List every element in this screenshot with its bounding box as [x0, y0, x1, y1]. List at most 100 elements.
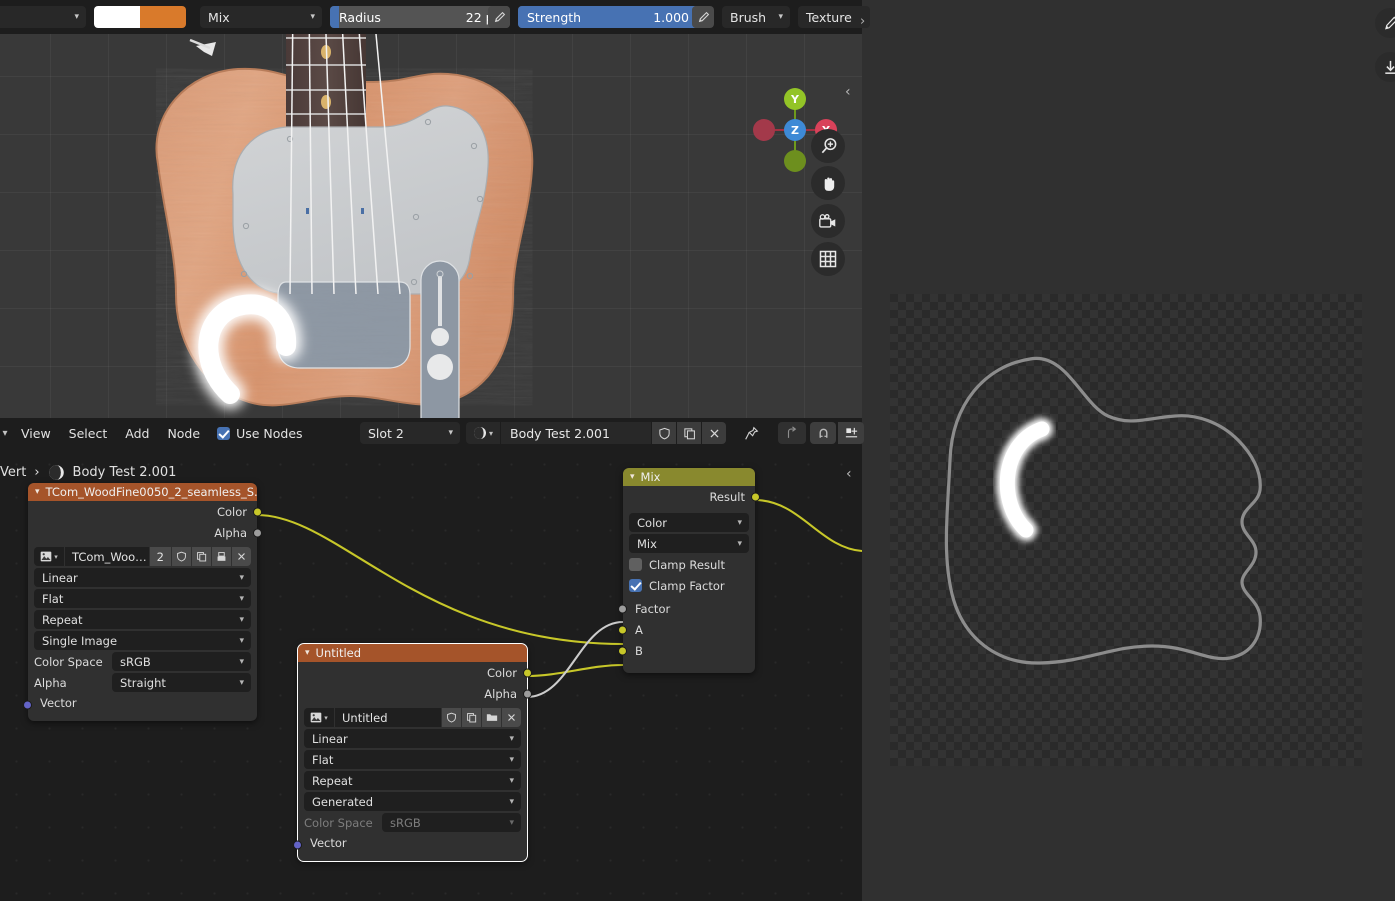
alpha-mode-dropdown-wood[interactable]: Straight ▾	[112, 673, 251, 692]
image-name-field-untitled[interactable]: Untitled	[335, 708, 441, 727]
clamp-factor-toggle[interactable]: Clamp Factor	[629, 576, 749, 595]
node-header-wood[interactable]: ▾ TCom_WoodFine0050_2_seamless_S.jp…	[28, 483, 257, 501]
radius-pressure-toggle[interactable]	[488, 6, 510, 28]
shader-node-editor[interactable]: Vert › Body Test 2.001 ‹ ▾ TCom_WoodFine	[0, 448, 862, 901]
radius-slider[interactable]: Radius 22 px	[330, 6, 510, 28]
source-dropdown-untitled[interactable]: Generated ▾	[304, 792, 521, 811]
output-alpha-wood[interactable]: Alpha	[28, 522, 262, 543]
3d-viewport[interactable]: Y X Z	[0, 34, 862, 418]
brush-tool-icon[interactable]	[1375, 8, 1395, 38]
image-browse-button[interactable]: ▾	[304, 708, 334, 727]
image-name-field-wood[interactable]: TCom_Woo…	[65, 547, 149, 566]
unlink-image-button[interactable]	[502, 708, 521, 727]
primary-color-swatch[interactable]	[94, 6, 140, 28]
output-alpha-untitled[interactable]: Alpha	[298, 683, 532, 704]
input-vector-untitled[interactable]: Vector	[293, 834, 527, 855]
ortho-toggle-tool[interactable]	[811, 242, 845, 276]
interpolation-dropdown-wood[interactable]: Linear ▾	[34, 568, 251, 587]
projection-dropdown-untitled[interactable]: Flat ▾	[304, 750, 521, 769]
menu-view[interactable]: View	[12, 423, 60, 444]
socket-alpha-dot[interactable]	[253, 528, 262, 537]
data-type-dropdown-mix[interactable]: Color ▾	[629, 513, 749, 532]
node-image-texture-untitled[interactable]: ▾ Untitled Color Alpha ▾ Untitled Linear…	[293, 643, 532, 862]
fake-user-button[interactable]	[652, 422, 676, 444]
gizmo-axis-z[interactable]: Z	[784, 119, 806, 141]
output-color-wood[interactable]: Color	[28, 501, 262, 522]
socket-alpha-dot[interactable]	[523, 689, 532, 698]
socket-vector-dot[interactable]	[293, 840, 302, 849]
fill-tool-icon[interactable]	[1375, 52, 1395, 82]
socket-color-dot[interactable]	[523, 668, 532, 677]
header-overflow-icon[interactable]: ›	[860, 14, 865, 29]
node-sidebar-toggle[interactable]: ‹	[846, 466, 852, 482]
uv-image-editor[interactable]	[862, 0, 1395, 901]
strength-slider[interactable]: Strength 1.000	[518, 6, 698, 28]
image-users-count-wood[interactable]: 2	[149, 547, 171, 566]
color-space-dropdown-wood[interactable]: sRGB ▾	[112, 652, 251, 671]
snap-target-button[interactable]	[838, 422, 864, 444]
interpolation-dropdown-untitled[interactable]: Linear ▾	[304, 729, 521, 748]
pack-image-button[interactable]	[212, 547, 231, 566]
input-vector-wood[interactable]: Vector	[23, 694, 257, 715]
fake-user-button[interactable]	[442, 708, 461, 727]
chevron-down-icon[interactable]: ▾	[305, 648, 310, 658]
socket-color-dot[interactable]	[253, 507, 262, 516]
duplicate-image-button[interactable]	[192, 547, 211, 566]
snap-toggle-button[interactable]	[810, 422, 836, 444]
socket-factor-dot[interactable]	[618, 604, 627, 613]
output-result-mix[interactable]: Result	[623, 486, 760, 507]
image-browse-button[interactable]: ▾	[34, 547, 64, 566]
brush-dropdown[interactable]: Brush ▾	[722, 6, 790, 28]
gizmo-axis-y[interactable]: Y	[784, 88, 806, 110]
camera-view-tool[interactable]	[811, 204, 845, 238]
socket-vector-dot[interactable]	[23, 700, 32, 709]
unlink-material-button[interactable]	[702, 422, 726, 444]
blend-mode-dropdown-mix[interactable]: Mix ▾	[629, 534, 749, 553]
node-header-untitled[interactable]: ▾ Untitled	[298, 644, 527, 662]
clamp-result-toggle[interactable]: Clamp Result	[629, 555, 749, 574]
socket-a-dot[interactable]	[618, 625, 627, 634]
menu-select[interactable]: Select	[60, 423, 117, 444]
extension-dropdown-wood[interactable]: Repeat ▾	[34, 610, 251, 629]
blend-mode-dropdown[interactable]: Mix ▾	[200, 6, 322, 28]
pan-tool[interactable]	[811, 166, 845, 200]
fake-user-button[interactable]	[172, 547, 191, 566]
input-a-mix[interactable]: A	[618, 619, 755, 640]
node-header-mix[interactable]: ▾ Mix	[623, 468, 755, 486]
menu-node[interactable]: Node	[158, 423, 209, 444]
output-color-untitled[interactable]: Color	[298, 662, 532, 683]
brush-color-swatches[interactable]	[94, 6, 186, 28]
strength-pressure-toggle[interactable]	[692, 6, 714, 28]
source-dropdown-wood[interactable]: Single Image ▾	[34, 631, 251, 650]
chevron-down-icon[interactable]: ▾	[630, 472, 635, 482]
tool-dropdown-offscreen[interactable]: ▾	[0, 6, 86, 28]
unlink-image-button[interactable]	[232, 547, 251, 566]
menu-add[interactable]: Add	[116, 423, 158, 444]
pin-button[interactable]	[738, 422, 764, 444]
secondary-color-swatch[interactable]	[140, 6, 186, 28]
node-image-texture-wood[interactable]: ▾ TCom_WoodFine0050_2_seamless_S.jp… Col…	[23, 483, 262, 721]
input-b-mix[interactable]: B	[618, 640, 755, 661]
gizmo-axis-negy[interactable]	[784, 150, 806, 172]
gizmo-axis-negx[interactable]	[753, 119, 775, 141]
texture-slot-dropdown[interactable]: Slot 2 ▾	[360, 422, 460, 444]
duplicate-image-button[interactable]	[462, 708, 481, 727]
socket-result-dot[interactable]	[751, 492, 760, 501]
clamp-factor-checkbox[interactable]	[629, 579, 642, 592]
viewport-sidebar-toggle[interactable]: ‹	[845, 84, 851, 100]
use-nodes-checkbox[interactable]	[217, 426, 231, 440]
input-factor-mix[interactable]: Factor	[618, 598, 755, 619]
chevron-down-icon[interactable]: ▾	[35, 487, 40, 497]
socket-b-dot[interactable]	[618, 646, 627, 655]
editor-type-dropdown[interactable]: ▾	[0, 428, 12, 439]
use-nodes-toggle[interactable]: Use Nodes	[217, 426, 303, 441]
open-image-button[interactable]	[482, 708, 501, 727]
material-name-field[interactable]: Body Test 2.001	[501, 422, 651, 444]
projection-dropdown-wood[interactable]: Flat ▾	[34, 589, 251, 608]
clamp-result-checkbox[interactable]	[629, 558, 642, 571]
go-to-parent-button[interactable]	[778, 422, 806, 444]
material-browse-button[interactable]: ▾	[466, 422, 500, 444]
node-mix[interactable]: ▾ Mix Result Color ▾ Mix ▾ Clamp Result …	[618, 468, 760, 673]
zoom-tool[interactable]	[811, 129, 845, 163]
extension-dropdown-untitled[interactable]: Repeat ▾	[304, 771, 521, 790]
